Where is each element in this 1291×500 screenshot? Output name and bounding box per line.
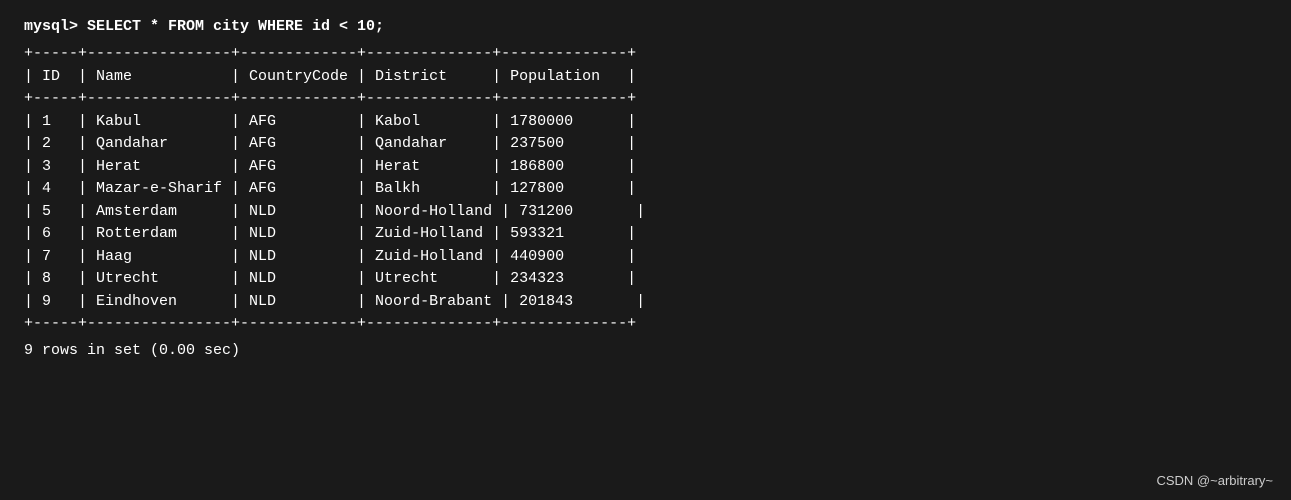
sql-output: +-----+----------------+-------------+--… (24, 43, 1267, 336)
watermark: CSDN @~arbitrary~ (1156, 473, 1273, 488)
terminal-window: mysql> SELECT * FROM city WHERE id < 10;… (24, 18, 1267, 359)
query-line: mysql> SELECT * FROM city WHERE id < 10; (24, 18, 1267, 35)
footer-line: 9 rows in set (0.00 sec) (24, 342, 1267, 359)
